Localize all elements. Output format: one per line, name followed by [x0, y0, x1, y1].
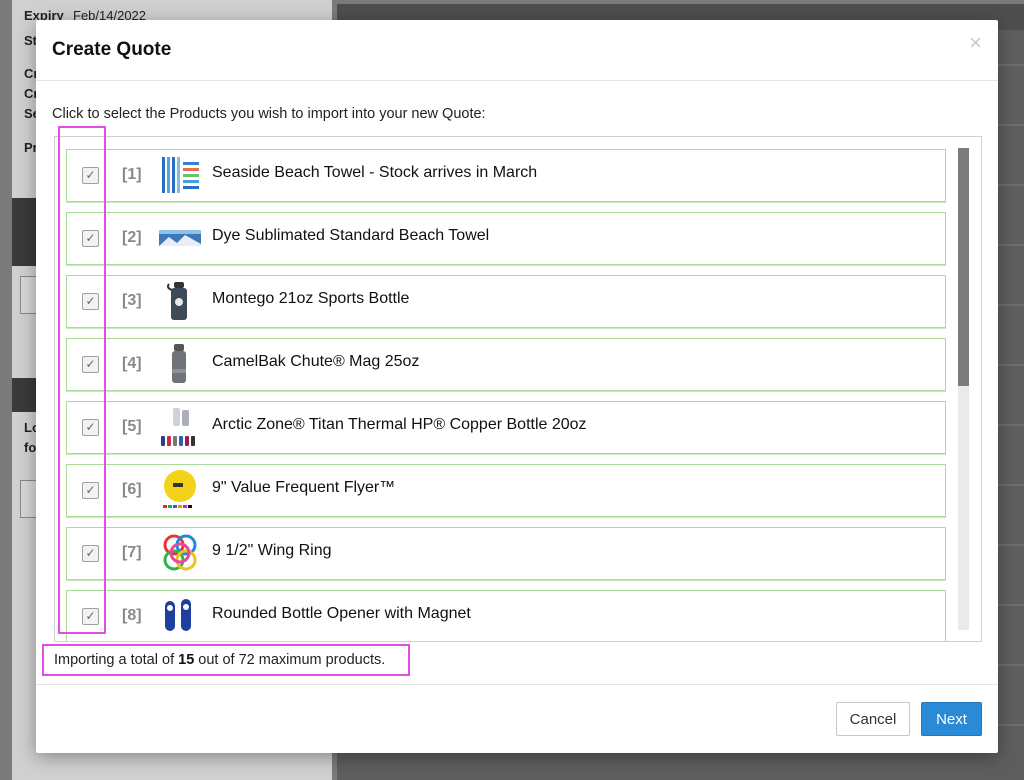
product-item[interactable]: ✓ [7] 9 1/2" Wing Ring — [66, 527, 946, 580]
product-index: [8] — [122, 607, 142, 624]
product-index: [5] — [122, 418, 142, 435]
thermal-bottle-icon — [161, 408, 195, 446]
product-name: 9 1/2" Wing Ring — [212, 542, 332, 559]
product-item[interactable]: ✓ [4] CamelBak Chute® Mag 25oz — [66, 338, 946, 391]
product-checkbox[interactable]: ✓ — [82, 356, 99, 373]
product-index: [6] — [122, 481, 142, 498]
sports-bottle-icon — [167, 282, 187, 320]
product-name: 9" Value Frequent Flyer™ — [212, 479, 396, 496]
wing-ring-icon — [163, 534, 197, 571]
dialog-footer: Cancel Next — [36, 684, 998, 754]
cancel-button[interactable]: Cancel — [836, 702, 910, 736]
import-summary-count: 15 — [178, 652, 195, 668]
product-name: Seaside Beach Towel - Stock arrives in M… — [212, 164, 538, 181]
sublimated-towel-icon — [159, 230, 201, 246]
product-item[interactable]: ✓ [5] Arctic Zone® Titan Thermal HP® Cop… — [66, 401, 946, 454]
dialog-instruction: Click to select the Products you wish to… — [52, 106, 486, 122]
list-scroll-thumb[interactable] — [958, 148, 969, 386]
import-summary: Importing a total of 15 out of 72 maximu… — [42, 644, 410, 676]
next-button[interactable]: Next — [921, 702, 982, 736]
list-scrollbar[interactable] — [958, 148, 969, 630]
product-checkbox[interactable]: ✓ — [82, 482, 99, 499]
product-item[interactable]: ✓ [3] Montego 21oz Sports Bottle — [66, 275, 946, 328]
product-index: [1] — [122, 166, 142, 183]
bg-tool-bar — [12, 378, 36, 412]
product-index: [3] — [122, 292, 142, 309]
product-item[interactable]: ✓ [8] Rounded Bottle Opener with Magnet — [66, 590, 946, 641]
create-quote-dialog: Create Quote × Click to select the Produ… — [36, 20, 998, 753]
product-index: [2] — [122, 229, 142, 246]
beach-towel-icon — [162, 157, 199, 193]
product-checkbox[interactable]: ✓ — [82, 293, 99, 310]
product-item[interactable]: ✓ [6] 9" Value Frequent Flyer™ — [66, 464, 946, 517]
import-summary-suffix: out of 72 maximum products. — [194, 652, 386, 668]
product-checkbox[interactable]: ✓ — [82, 545, 99, 562]
bg-sync-bar — [12, 232, 36, 266]
dialog-header: Create Quote × — [36, 20, 998, 81]
flying-disc-icon — [163, 470, 196, 508]
product-checkbox[interactable]: ✓ — [82, 419, 99, 436]
product-checkbox[interactable]: ✓ — [82, 167, 99, 184]
dialog-title: Create Quote — [52, 39, 172, 60]
product-name: CamelBak Chute® Mag 25oz — [212, 353, 420, 370]
product-name: Montego 21oz Sports Bottle — [212, 290, 410, 307]
camelbak-bottle-icon — [172, 344, 186, 383]
product-checkbox[interactable]: ✓ — [82, 230, 99, 247]
bg-cart-bar — [12, 198, 36, 232]
product-name: Rounded Bottle Opener with Magnet — [212, 605, 471, 622]
bg-label-fo: fo — [24, 440, 37, 455]
product-name: Dye Sublimated Standard Beach Towel — [212, 227, 490, 244]
product-index: [7] — [122, 544, 142, 561]
import-summary-prefix: Importing a total of — [54, 652, 179, 668]
product-checkbox[interactable]: ✓ — [82, 608, 99, 625]
product-item[interactable]: ✓ [2] Dye Sublimated Standard Beach Towe… — [66, 212, 946, 265]
bottle-opener-icon — [165, 599, 191, 631]
product-list: ✓ [1] Seaside Beach Towel - Stock arrive… — [54, 136, 982, 642]
product-name: Arctic Zone® Titan Thermal HP® Copper Bo… — [212, 416, 587, 433]
product-list-items: ✓ [1] Seaside Beach Towel - Stock arrive… — [66, 149, 946, 641]
product-item[interactable]: ✓ [1] Seaside Beach Towel - Stock arrive… — [66, 149, 946, 202]
close-icon[interactable]: × — [969, 30, 982, 56]
product-index: [4] — [122, 355, 142, 372]
